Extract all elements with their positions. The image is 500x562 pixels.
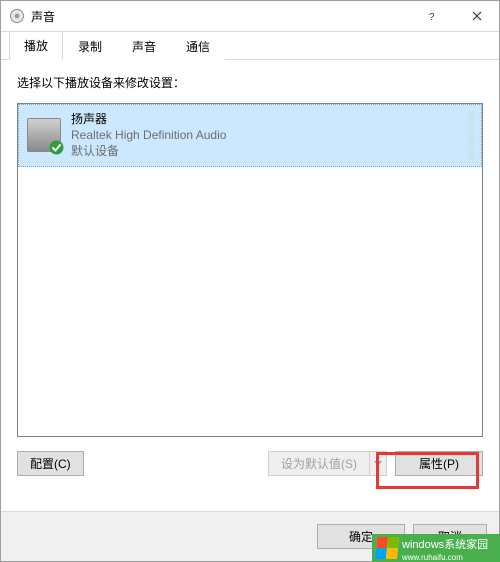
default-check-icon	[49, 140, 64, 155]
sound-app-icon	[9, 8, 25, 24]
device-item[interactable]: 扬声器 Realtek High Definition Audio 默认设备	[18, 104, 482, 167]
window-title: 声音	[31, 8, 409, 25]
tab-content: 选择以下播放设备来修改设置： 扬声器 Realtek High Definiti…	[1, 60, 499, 511]
tab-communications[interactable]: 通信	[171, 32, 225, 60]
titlebar: 声音 ?	[1, 1, 499, 32]
tab-playback[interactable]: 播放	[9, 31, 63, 60]
level-meter	[468, 111, 475, 160]
instruction-text: 选择以下播放设备来修改设置：	[17, 74, 483, 91]
tabstrip: 播放 录制 声音 通信	[1, 32, 499, 60]
device-text: 扬声器 Realtek High Definition Audio 默认设备	[71, 111, 226, 160]
watermark: windows系统家园 www.ruhaifu.com	[372, 534, 500, 562]
tab-sounds[interactable]: 声音	[117, 32, 171, 60]
device-status: 默认设备	[71, 143, 226, 159]
close-button[interactable]	[454, 1, 499, 31]
speaker-icon	[27, 118, 61, 152]
set-default-button: 设为默认值(S)	[268, 451, 369, 476]
annotation-highlight	[376, 452, 479, 489]
help-button[interactable]: ?	[409, 1, 454, 31]
watermark-sub: www.ruhaifu.com	[402, 553, 488, 562]
windows-logo-icon	[375, 537, 399, 559]
device-driver: Realtek High Definition Audio	[71, 127, 226, 143]
configure-button[interactable]: 配置(C)	[17, 451, 84, 476]
device-list[interactable]: 扬声器 Realtek High Definition Audio 默认设备	[17, 103, 483, 437]
watermark-text: windows系统家园	[402, 539, 488, 551]
tab-recording[interactable]: 录制	[63, 32, 117, 60]
device-name: 扬声器	[71, 111, 226, 127]
svg-text:?: ?	[429, 12, 435, 21]
